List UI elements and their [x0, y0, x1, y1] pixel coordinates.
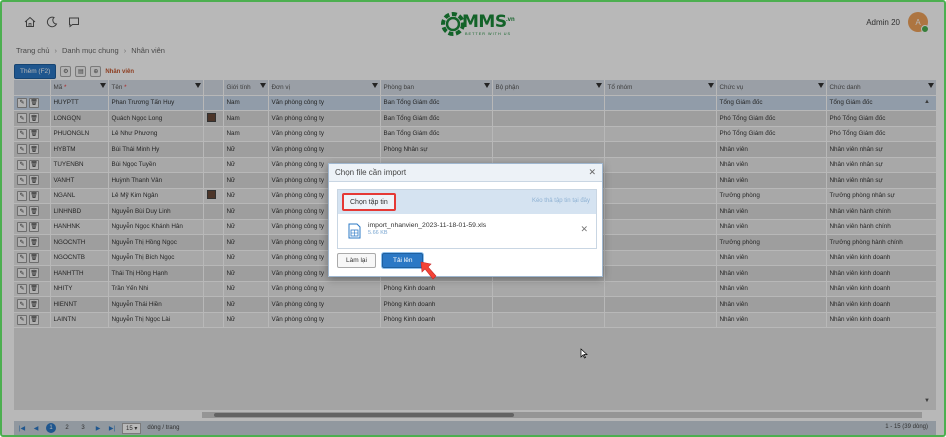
- import-dialog: Chọn file cần import ✕ Chọn tập tin Kéo …: [328, 163, 603, 277]
- dialog-title: Chọn file cần import: [335, 168, 407, 177]
- choose-file-button[interactable]: Chọn tập tin: [342, 193, 396, 211]
- dialog-header: Chọn file cần import ✕: [329, 164, 602, 182]
- reset-button[interactable]: Làm lại: [337, 253, 376, 268]
- file-name: import_nhanvien_2023-11-18-01-59.xls: [368, 222, 487, 229]
- upload-header: Chọn tập tin Kéo thả tập tin tại đây: [338, 190, 596, 214]
- upload-button[interactable]: Tải lên: [381, 253, 424, 268]
- upload-area[interactable]: Chọn tập tin Kéo thả tập tin tại đây imp…: [337, 189, 597, 249]
- dialog-footer: Làm lại Tải lên: [337, 253, 424, 268]
- file-item: import_nhanvien_2023-11-18-01-59.xls 5.6…: [344, 220, 592, 242]
- file-size: 5.66 KB: [368, 230, 388, 236]
- drop-hint: Kéo thả tập tin tại đây: [531, 198, 590, 204]
- app-frame: MMS .vn BETTER WITH US Admin 20 A Trang …: [0, 0, 946, 437]
- pointer-arrow-icon: [420, 261, 437, 280]
- mouse-cursor-icon: [580, 348, 588, 359]
- remove-file-icon[interactable]: ✕: [580, 224, 588, 235]
- close-icon[interactable]: ✕: [588, 167, 596, 178]
- spreadsheet-file-icon: [348, 223, 361, 239]
